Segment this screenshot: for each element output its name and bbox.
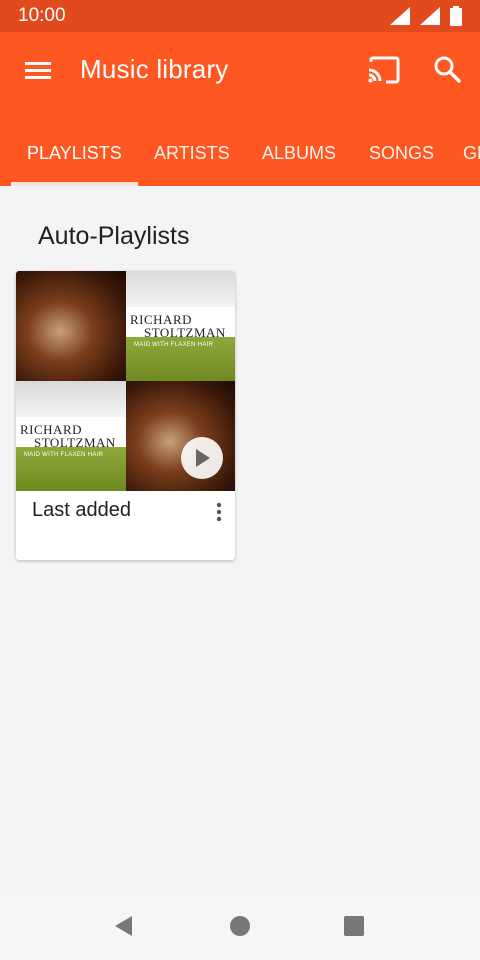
signal-icon	[390, 7, 410, 25]
album-art-tile: RICHARD STOLTZMAN MAID WITH FLAXEN HAIR	[126, 271, 235, 381]
tab-artists[interactable]: ARTISTS	[154, 130, 230, 186]
playlist-card[interactable]: RICHARD STOLTZMAN MAID WITH FLAXEN HAIR …	[16, 271, 235, 560]
battery-icon	[450, 6, 462, 26]
navigation-bar	[0, 890, 480, 960]
more-options-icon[interactable]	[212, 499, 226, 525]
album-art-tile	[16, 271, 126, 381]
album-art-collage: RICHARD STOLTZMAN MAID WITH FLAXEN HAIR …	[16, 271, 235, 491]
app-bar: Music library PLAYLISTS ARTISTS ALBUMS S…	[0, 32, 480, 186]
tab-songs[interactable]: SONGS	[369, 130, 434, 186]
back-icon[interactable]	[112, 914, 136, 938]
status-icons	[390, 6, 462, 26]
signal-icon	[420, 7, 440, 25]
album-art-text: RICHARD STOLTZMAN	[20, 422, 116, 450]
tab-playlists[interactable]: PLAYLISTS	[27, 130, 122, 186]
album-art-text: RICHARD STOLTZMAN	[130, 312, 226, 340]
status-time: 10:00	[18, 5, 66, 26]
section-title: Auto-Playlists	[38, 222, 190, 250]
playlist-title: Last added	[32, 499, 131, 521]
play-button[interactable]	[181, 437, 223, 479]
tab-genres[interactable]: GENRES	[463, 130, 480, 186]
album-art-tile	[126, 381, 235, 491]
cast-icon[interactable]	[366, 54, 402, 88]
menu-icon[interactable]	[22, 56, 56, 86]
tab-albums[interactable]: ALBUMS	[262, 130, 336, 186]
recents-icon[interactable]	[342, 914, 366, 938]
play-icon	[196, 449, 210, 467]
search-icon[interactable]	[432, 54, 464, 86]
page-title: Music library	[80, 54, 229, 84]
tab-bar: PLAYLISTS ARTISTS ALBUMS SONGS GENRES	[0, 130, 480, 186]
tab-indicator	[11, 182, 138, 186]
home-icon[interactable]	[228, 914, 252, 938]
status-bar: 10:00	[0, 0, 480, 32]
album-art-tile: RICHARD STOLTZMAN MAID WITH FLAXEN HAIR	[16, 381, 126, 491]
